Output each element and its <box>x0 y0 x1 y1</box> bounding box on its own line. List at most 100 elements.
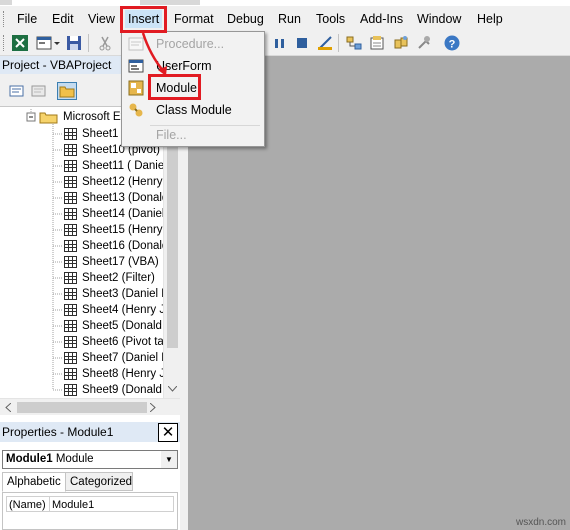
reset-icon[interactable] <box>294 35 310 51</box>
tree-item-sheet[interactable]: Sheet8 (Henry J <box>82 366 165 382</box>
menu-item-label: Procedure... <box>156 37 225 51</box>
property-key: (Name) <box>9 499 46 511</box>
toolbar-separator <box>338 34 339 52</box>
chevron-down-icon[interactable]: ▼ <box>161 451 177 468</box>
sheet-icon <box>64 272 77 284</box>
properties-grid: (Name) Module1 <box>2 492 178 530</box>
tab-alphabetic[interactable]: Alphabetic <box>2 472 66 492</box>
save-icon[interactable] <box>66 35 82 51</box>
scroll-left-icon[interactable] <box>5 403 11 412</box>
project-tree[interactable]: Microsoft Ex Sheet1 (Sheet10 (pivot) Shee… <box>0 108 180 398</box>
insert-dropdown-icon[interactable] <box>53 35 61 51</box>
tree-item-sheet[interactable]: Sheet5 (Donald I <box>82 318 168 334</box>
menu-help[interactable]: Help <box>474 10 506 28</box>
insert-menu-highlight <box>120 6 167 33</box>
project-explorer-icon[interactable] <box>346 35 362 51</box>
cut-icon[interactable] <box>97 35 113 51</box>
tree-item-sheet[interactable]: Sheet13 (Donald <box>82 190 168 206</box>
tree-item-sheet[interactable]: Sheet4 (Henry J <box>82 302 165 318</box>
menu-tools[interactable]: Tools <box>313 10 348 28</box>
tree-root-folder[interactable]: Microsoft Ex <box>63 109 126 125</box>
properties-close-button[interactable]: ✕ <box>158 423 178 442</box>
insert-userform-icon[interactable] <box>36 35 52 51</box>
menu-grip <box>3 11 5 27</box>
sheet-icon <box>64 336 77 348</box>
property-row[interactable]: (Name) Module1 <box>6 496 174 512</box>
tree-item-sheet[interactable]: Sheet9 (Donald I <box>82 382 168 398</box>
tree-item-sheet[interactable]: Sheet3 (Daniel D <box>82 286 170 302</box>
object-browser-icon[interactable] <box>393 35 409 51</box>
menu-edit[interactable]: Edit <box>49 10 77 28</box>
userform-icon <box>128 59 144 73</box>
help-icon[interactable]: ? <box>444 35 460 51</box>
design-mode-icon[interactable] <box>317 35 333 51</box>
properties-tabs: Alphabetic Categorized <box>2 472 178 492</box>
object-name: Module1 <box>6 453 53 465</box>
watermark: wsxdn.com <box>515 517 566 528</box>
tree-scroll-thumb[interactable] <box>167 138 178 348</box>
sheet-icon <box>64 368 77 380</box>
properties-object-selector[interactable]: Module1 Module ▼ <box>2 450 178 469</box>
menu-item-class-module[interactable]: Class Module <box>122 99 264 121</box>
menu-add-ins[interactable]: Add-Ins <box>357 10 406 28</box>
sheet-icon <box>64 128 77 140</box>
class-module-icon <box>129 103 143 117</box>
tree-item-sheet[interactable]: Sheet15 (Henry <box>82 222 163 238</box>
sheet-icon <box>64 192 77 204</box>
tree-item-sheet[interactable]: Sheet11 ( Daniel <box>82 158 167 174</box>
tree-horizontal-scrollbar[interactable] <box>0 398 180 415</box>
sheet-icon <box>64 384 77 396</box>
tree-item-sheet[interactable]: Sheet2 (Filter) <box>82 270 155 286</box>
toolbar-separator <box>88 34 89 52</box>
scroll-right-icon[interactable] <box>150 403 156 412</box>
tab-categorized[interactable]: Categorized <box>65 472 133 491</box>
menu-window[interactable]: Window <box>414 10 464 28</box>
top-strip-stub <box>0 0 12 5</box>
tree-item-sheet[interactable]: Sheet14 (Daniel <box>82 206 164 222</box>
view-code-button[interactable] <box>7 82 27 100</box>
sheet-icon <box>64 320 77 332</box>
menu-format[interactable]: Format <box>171 10 217 28</box>
tree-hscroll-thumb[interactable] <box>17 402 147 413</box>
tree-item-sheet[interactable]: Sheet12 (Henry <box>82 174 163 190</box>
menu-debug[interactable]: Debug <box>224 10 267 28</box>
procedure-icon <box>128 37 144 51</box>
toolbox-icon[interactable] <box>416 35 432 51</box>
toolbar-grip <box>3 35 5 51</box>
menu-item-file[interactable]: File... <box>122 124 264 146</box>
tree-item-sheet[interactable]: Sheet16 (Donald <box>82 238 168 254</box>
property-value[interactable]: Module1 <box>49 497 94 511</box>
module-icon <box>128 80 144 96</box>
view-object-button[interactable] <box>29 82 49 100</box>
sheet-icon <box>64 304 77 316</box>
top-strip-stub <box>140 0 200 5</box>
sheet-icon <box>64 224 77 236</box>
sheet-icon <box>64 208 77 220</box>
tree-item-sheet[interactable]: Sheet1 ( <box>82 126 125 142</box>
sheet-icon <box>64 352 77 364</box>
menu-item-procedure[interactable]: Procedure... <box>122 33 264 55</box>
menu-item-label: File... <box>156 128 187 142</box>
object-type: Module <box>55 453 94 465</box>
menu-item-label: Class Module <box>156 103 232 117</box>
properties-pane-title: Properties - Module1 <box>0 422 180 442</box>
view-excel-icon[interactable] <box>12 35 28 51</box>
menu-view[interactable]: View <box>85 10 118 28</box>
scroll-down-icon[interactable] <box>168 386 177 392</box>
menu-run[interactable]: Run <box>275 10 304 28</box>
tree-item-sheet[interactable]: Sheet6 (Pivot ta <box>82 334 164 350</box>
properties-window-icon[interactable] <box>369 35 385 51</box>
sheet-icon <box>64 176 77 188</box>
tree-item-sheet[interactable]: Sheet7 (Daniel D <box>82 350 170 366</box>
sheet-icon <box>64 288 77 300</box>
sheet-icon <box>64 240 77 252</box>
break-icon[interactable] <box>272 35 288 51</box>
tree-vertical-scrollbar[interactable] <box>163 108 180 398</box>
tree-item-sheet[interactable]: Sheet17 (VBA) <box>82 254 159 270</box>
standard-toolbar: ? <box>0 31 570 56</box>
menu-file[interactable]: File <box>14 10 40 28</box>
toggle-folders-button[interactable] <box>57 82 77 100</box>
module-item-highlight <box>148 74 201 100</box>
menu-item-label: UserForm <box>156 59 212 73</box>
menu-bar: File Edit View Insert Format Debug Run T… <box>0 6 570 31</box>
